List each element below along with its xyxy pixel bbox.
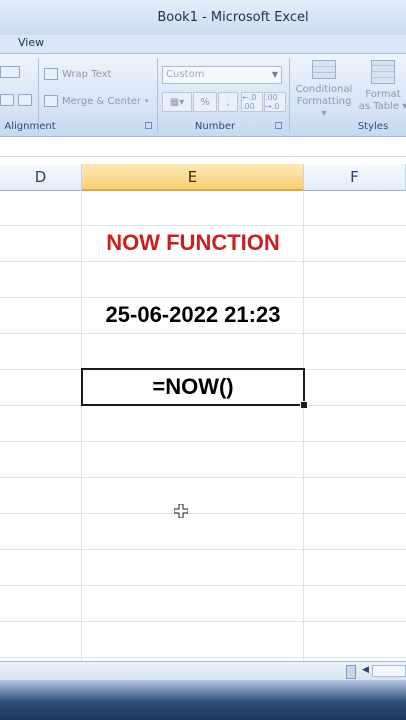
formula-bar-area [0, 137, 406, 163]
increase-decimal-label: ←.0 .00 [242, 93, 257, 111]
window-title: Book1 - Microsoft Excel [157, 10, 309, 25]
currency-icon: ▦▾ [169, 96, 185, 108]
number-group-label: Number [194, 121, 236, 132]
chevron-down-icon: ▼ [271, 70, 278, 79]
ribbon: Wrap Text Merge & Center ▾ Alignment Cus… [0, 54, 406, 137]
number-dialog-launcher[interactable] [275, 122, 282, 129]
gridline [0, 585, 406, 586]
conditional-formatting-button[interactable]: Conditional Formatting ▾ [294, 58, 354, 120]
alignment-dialog-launcher[interactable] [145, 122, 152, 129]
conditional-formatting-label-1: Conditional [295, 84, 353, 95]
format-as-table-button[interactable]: Format as Table ▾ [356, 58, 406, 120]
horizontal-scrollbar[interactable]: ◀ [0, 661, 406, 681]
number-format-select[interactable]: Custom ▼ [162, 66, 282, 84]
merge-center-button[interactable]: Merge & Center ▾ [44, 95, 149, 107]
gridline [0, 549, 406, 550]
increase-decimal-button[interactable]: ←.0 .00 [241, 92, 263, 112]
scroll-left-icon[interactable]: ◀ [362, 665, 369, 675]
format-table-label-1: Format [365, 89, 401, 100]
orientation-button[interactable] [0, 66, 20, 78]
decrease-decimal-button[interactable]: .00 →.0 [264, 92, 286, 112]
conditional-formatting-label-2: Formatting ▾ [296, 96, 352, 119]
number-format-value: Custom [166, 69, 205, 80]
status-bar [0, 680, 406, 720]
active-cell-formula[interactable]: =NOW() [81, 368, 305, 406]
cell-e-title[interactable]: NOW FUNCTION [82, 230, 304, 256]
column-header-e[interactable]: E [82, 164, 304, 191]
format-table-icon [371, 60, 395, 84]
gridline [0, 621, 406, 622]
wrap-text-label: Wrap Text [62, 68, 112, 80]
increase-indent-button[interactable] [18, 94, 32, 106]
align-icon [18, 94, 32, 106]
divider [0, 156, 406, 157]
column-header-label: D [34, 168, 47, 186]
indent-icon [0, 94, 14, 106]
column-header-f[interactable]: F [304, 164, 406, 191]
conditional-formatting-icon [312, 60, 336, 79]
tab-view[interactable]: View [18, 36, 44, 49]
styles-group-label: Styles [357, 121, 389, 132]
gridline [0, 297, 406, 298]
gridline [0, 513, 406, 514]
wrap-text-icon [44, 68, 58, 80]
separator [289, 58, 290, 132]
decrease-decimal-label: .00 →.0 [265, 93, 280, 111]
gridline [0, 333, 406, 334]
column-header-label: E [187, 167, 198, 186]
scroll-track[interactable] [372, 665, 406, 677]
gridline [0, 441, 406, 442]
comma-label: , [226, 96, 230, 108]
cell-cursor-icon [174, 504, 188, 518]
chevron-down-icon: ▾ [145, 97, 149, 105]
format-table-label-2: as Table ▾ [358, 101, 406, 112]
cell-formula-text: =NOW() [152, 374, 234, 399]
decrease-indent-button[interactable] [0, 94, 14, 106]
ribbon-tab-bar: View [0, 35, 406, 54]
percent-style-button[interactable]: % [193, 92, 217, 112]
accounting-format-button[interactable]: ▦▾ [162, 92, 192, 112]
title-bar: Book1 - Microsoft Excel [0, 0, 406, 35]
gridline [0, 477, 406, 478]
fill-handle[interactable] [300, 401, 308, 409]
separator [157, 58, 158, 132]
merge-center-label: Merge & Center [62, 95, 142, 107]
alignment-group-label: Alignment [4, 121, 56, 132]
column-header-d[interactable]: D [0, 164, 82, 191]
column-header-label: F [350, 168, 359, 186]
orientation-icon [0, 66, 20, 78]
scroll-thumb[interactable] [346, 665, 356, 679]
worksheet-grid[interactable]: NOW FUNCTION 25-06-2022 21:23 =NOW() [0, 191, 406, 661]
percent-label: % [200, 96, 210, 108]
gridline [0, 261, 406, 262]
cell-e-datetime[interactable]: 25-06-2022 21:23 [82, 302, 304, 328]
gridline [0, 657, 406, 658]
gridline [0, 225, 406, 226]
comma-style-button[interactable]: , [218, 92, 238, 112]
wrap-text-button[interactable]: Wrap Text [44, 68, 111, 80]
merge-center-icon [44, 95, 58, 107]
